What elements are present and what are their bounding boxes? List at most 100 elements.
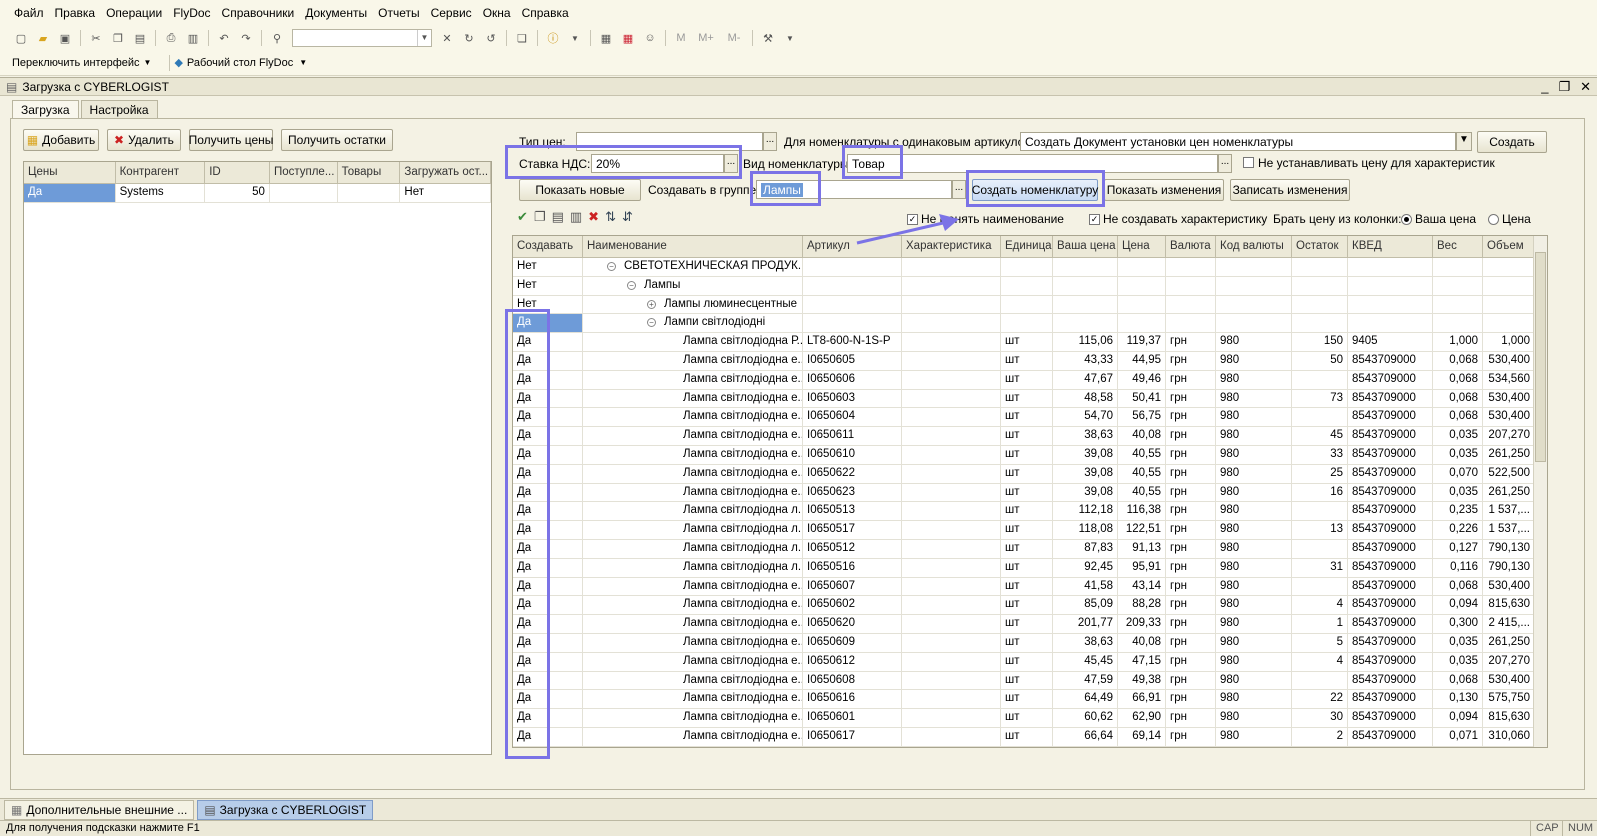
nom-kind-field[interactable]: Товар <box>847 154 1218 173</box>
table-row[interactable]: Да Лампа світлодіодна е... I0650612 шт 45,45… <box>513 652 1547 672</box>
menu-item[interactable]: Справка <box>522 6 569 20</box>
price-radio[interactable] <box>1488 214 1499 225</box>
windows-icon[interactable]: ❏ <box>514 30 530 46</box>
table-row[interactable]: Да Лампа світлодіодна л... I0650517 шт 118,0… <box>513 521 1547 540</box>
table-row[interactable]: Да Лампа світлодіодна е... I0650606 шт 47,67… <box>513 370 1547 390</box>
memory-plus-icon[interactable]: M+ <box>695 30 717 46</box>
search-input[interactable]: ▼ <box>292 29 432 47</box>
column-header[interactable]: Поступле... <box>270 162 338 183</box>
chevron-down-icon[interactable]: ▼ <box>417 30 431 46</box>
group-row[interactable]: Нет − СВЕТОТЕХНИЧЕСКАЯ ПРОДУК... <box>513 258 1547 277</box>
save-icon[interactable]: ▣ <box>57 30 73 46</box>
price-type-select-button[interactable]: ... <box>763 132 777 151</box>
column-header[interactable]: Контрагент <box>116 162 206 183</box>
tab-settings[interactable]: Настройка <box>80 100 158 118</box>
column-header[interactable]: КВЕД <box>1348 236 1433 257</box>
memory-minus-icon[interactable]: M- <box>723 30 745 46</box>
paste-icon[interactable]: ▤ <box>132 30 148 46</box>
expand-icon[interactable]: + <box>647 299 656 309</box>
calculator-icon[interactable]: ▦ <box>598 30 614 46</box>
column-header[interactable]: Объем <box>1483 236 1535 257</box>
column-header[interactable]: Остаток <box>1292 236 1348 257</box>
clipboard-icon[interactable]: ▥ <box>570 209 582 225</box>
calendar-icon[interactable]: ▦ <box>620 30 636 46</box>
show-new-button[interactable]: Показать новые <box>519 179 641 201</box>
vat-field[interactable]: 20% <box>591 154 724 173</box>
task-additional-external[interactable]: ▦ Дополнительные внешние ... <box>4 799 195 820</box>
show-changes-button[interactable]: Показать изменения <box>1104 179 1224 201</box>
table-row[interactable]: Да Лампа світлодіодна е... I0650604 шт 54,70… <box>513 408 1547 428</box>
table-row[interactable]: Да Лампа світлодіодна е... I0650623 шт 39,08… <box>513 483 1547 503</box>
group-row[interactable]: Да − Лампи світлодіодні <box>513 314 1547 334</box>
scrollbar-thumb[interactable] <box>1535 252 1546 462</box>
check-all-icon[interactable]: ✔ <box>517 209 528 225</box>
print-icon[interactable]: ⎙ <box>163 30 179 46</box>
print-preview-icon[interactable]: ▥ <box>185 30 201 46</box>
create-button[interactable]: Создать <box>1477 131 1547 153</box>
sort-asc-icon[interactable]: ⇅ <box>605 209 616 225</box>
table-row[interactable]: Да Лампа світлодіодна е... I0650620 шт 201,7… <box>513 615 1547 634</box>
table-row[interactable]: Да Лампа світлодіодна Р... LT8-600-N-1S-P ш… <box>513 333 1547 352</box>
table-row[interactable]: Да Лампа світлодіодна е... I0650601 шт 60,62… <box>513 709 1547 728</box>
add-button[interactable]: ▦ Добавить <box>23 129 99 151</box>
chevron-down-icon[interactable]: ▼ <box>567 30 583 46</box>
table-row[interactable]: Да Лампа світлодіодна е... I0650603 шт 48,58… <box>513 389 1547 409</box>
column-header[interactable]: Загружать ост... <box>400 162 491 183</box>
column-header[interactable]: Валюта <box>1166 236 1216 257</box>
search-prev-icon[interactable]: ↺ <box>483 30 499 46</box>
column-header[interactable]: Цена <box>1118 236 1166 257</box>
menu-item[interactable]: FlyDoc <box>173 6 210 20</box>
get-stock-button[interactable]: Получить остатки <box>281 129 393 151</box>
table-row[interactable]: Да Лампа світлодіодна е... I0650607 шт 41,58… <box>513 577 1547 597</box>
table-row[interactable]: Да Лампа світлодіодна е... I0650611 шт 38,63… <box>513 427 1547 446</box>
table-row[interactable]: Да Лампа світлодіодна е... I0650602 шт 85,09… <box>513 596 1547 616</box>
collapse-icon[interactable]: − <box>607 262 616 271</box>
column-header[interactable]: Цены <box>24 162 116 183</box>
menu-item[interactable]: Правка <box>55 6 96 20</box>
task-cyberlogist[interactable]: ▤ Загрузка с CYBERLOGIST <box>197 799 374 820</box>
get-prices-button[interactable]: Получить цены <box>189 129 273 151</box>
group-row[interactable]: Нет − Лампы <box>513 276 1547 296</box>
menu-item[interactable]: Окна <box>483 6 511 20</box>
nom-kind-select-button[interactable]: ... <box>1218 154 1232 173</box>
column-header[interactable]: Создавать <box>513 236 583 257</box>
price-type-field[interactable] <box>576 132 763 151</box>
column-header[interactable]: Единица <box>1001 236 1053 257</box>
menu-item[interactable]: Отчеты <box>378 6 419 20</box>
close-icon[interactable]: ✕ <box>1580 79 1591 95</box>
restore-icon[interactable]: ❐ <box>1558 79 1570 95</box>
table-row[interactable]: Да Лампа світлодіодна е... I0650616 шт 64,49… <box>513 690 1547 710</box>
table-row[interactable]: Да Лампа світлодіодна л... I0650516 шт 92,45… <box>513 558 1547 578</box>
column-header[interactable]: Вес <box>1433 236 1483 257</box>
menu-item[interactable]: Операции <box>106 6 162 20</box>
redo-icon[interactable]: ↷ <box>238 30 254 46</box>
table-row[interactable]: Да Systems 50 Нет <box>24 184 491 203</box>
tab-load[interactable]: Загрузка <box>12 100 79 118</box>
clear-search-icon[interactable]: ✕ <box>439 30 455 46</box>
open-folder-icon[interactable]: ▰ <box>35 30 51 46</box>
create-nomenclature-button[interactable]: Создать номенклатуру <box>972 179 1098 201</box>
sort-desc-icon[interactable]: ⇵ <box>622 209 633 225</box>
undo-icon[interactable]: ↶ <box>216 30 232 46</box>
info-icon[interactable]: ⓘ <box>545 30 561 46</box>
grid-scrollbar[interactable] <box>1533 236 1547 747</box>
write-changes-button[interactable]: Записать изменения <box>1230 179 1350 201</box>
no-create-char-checkbox[interactable]: ✓ <box>1089 214 1100 225</box>
menu-item[interactable]: Файл <box>14 6 44 20</box>
new-document-icon[interactable]: ▢ <box>13 30 29 46</box>
same-article-field[interactable]: Создать Документ установки цен номенклат… <box>1020 132 1456 151</box>
memory-m-icon[interactable]: M <box>673 30 689 46</box>
paste-row-icon[interactable]: ▤ <box>552 209 564 225</box>
vat-select-button[interactable]: ... <box>724 154 738 173</box>
menu-item[interactable]: Документы <box>305 6 367 20</box>
desktop-flydoc-button[interactable]: ◆ Рабочий стол FlyDoc ▼ <box>174 56 307 70</box>
chevron-down-icon[interactable]: ▼ <box>782 30 798 46</box>
copy-icon[interactable]: ❐ <box>110 30 126 46</box>
group-row[interactable]: Нет + Лампы люминесцентные <box>513 295 1547 315</box>
search-icon[interactable]: ⚲ <box>269 30 285 46</box>
table-row[interactable]: Да Лампа світлодіодна е... I0650617 шт 66,64… <box>513 727 1547 747</box>
collapse-icon[interactable]: − <box>647 318 656 328</box>
chevron-down-icon[interactable]: ▼ <box>1456 132 1472 151</box>
collapse-icon[interactable]: − <box>627 280 636 290</box>
menu-item[interactable]: Справочники <box>222 6 295 20</box>
